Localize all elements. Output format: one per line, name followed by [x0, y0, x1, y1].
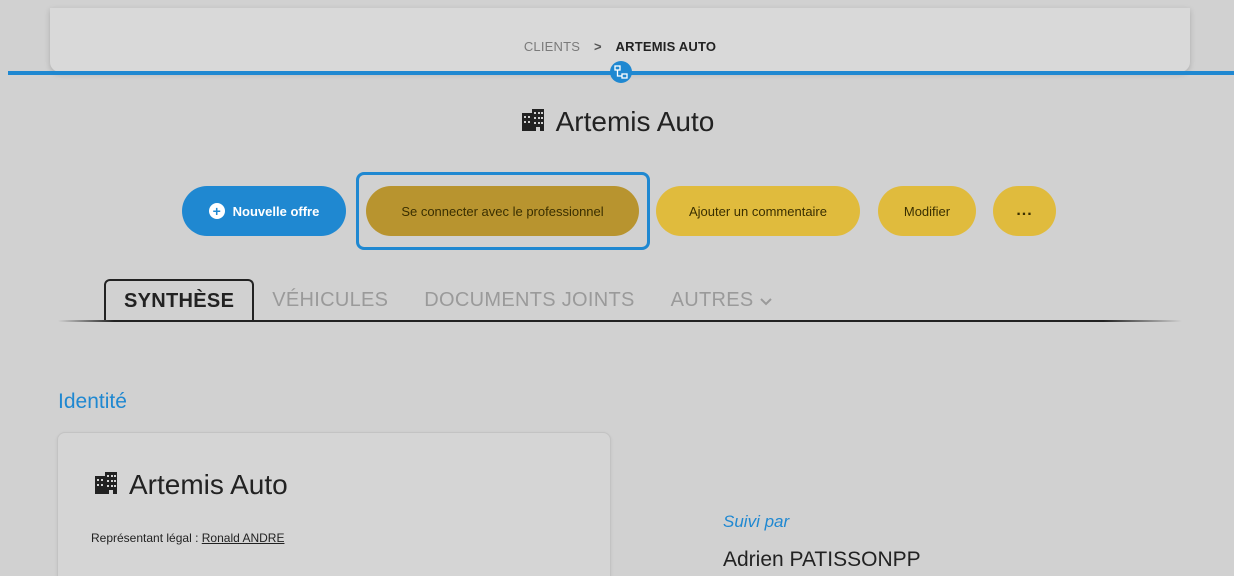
edit-button[interactable]: Modifier — [878, 186, 976, 236]
legal-representative-label: Représentant légal : — [91, 531, 199, 545]
breadcrumb-separator: > — [593, 39, 602, 54]
building-icon — [93, 469, 119, 501]
tab-autres-label: AUTRES — [670, 288, 754, 311]
tab-documents-joints[interactable]: DOCUMENTS JOINTS — [406, 279, 652, 321]
chevron-down-icon — [759, 289, 772, 312]
page-title-text: Artemis Auto — [555, 106, 715, 137]
identity-card-title: Artemis Auto — [93, 469, 288, 501]
followed-by-label: Suivi par — [723, 512, 790, 531]
legal-representative-link[interactable]: Ronald ANDRE — [202, 531, 285, 545]
tab-bar: SYNTHÈSE VÉHICULES DOCUMENTS JOINTS AUTR… — [104, 279, 790, 321]
breadcrumb-clients-link[interactable]: CLIENTS — [524, 39, 580, 54]
add-comment-button[interactable]: Ajouter un commentaire — [656, 186, 860, 236]
identity-card-title-text: Artemis Auto — [129, 469, 288, 500]
followed-by-name: Adrien PATISSONPP — [723, 548, 921, 571]
plus-circle-icon: + — [208, 203, 225, 219]
connect-professional-button[interactable]: Se connecter avec le professionnel — [366, 186, 639, 236]
breadcrumb: CLIENTS > ARTEMIS AUTO — [50, 39, 1190, 54]
new-offer-label: Nouvelle offre — [232, 203, 320, 219]
tab-synthese[interactable]: SYNTHÈSE — [104, 279, 255, 321]
building-icon — [520, 106, 546, 138]
identity-section-title: Identité — [58, 390, 127, 413]
tab-underline — [58, 320, 1182, 322]
breadcrumb-current: ARTEMIS AUTO — [615, 39, 717, 54]
legal-representative: Représentant légal : Ronald ANDRE — [91, 531, 284, 545]
identity-card: Artemis Auto Représentant légal : Ronald… — [57, 432, 611, 576]
more-actions-button[interactable]: ... — [993, 186, 1056, 236]
tab-vehicules[interactable]: VÉHICULES — [254, 279, 406, 321]
network-icon[interactable] — [610, 61, 632, 83]
new-offer-button[interactable]: + Nouvelle offre — [182, 186, 346, 236]
tab-autres[interactable]: AUTRES — [653, 279, 790, 321]
page-title: Artemis Auto — [0, 106, 1234, 138]
